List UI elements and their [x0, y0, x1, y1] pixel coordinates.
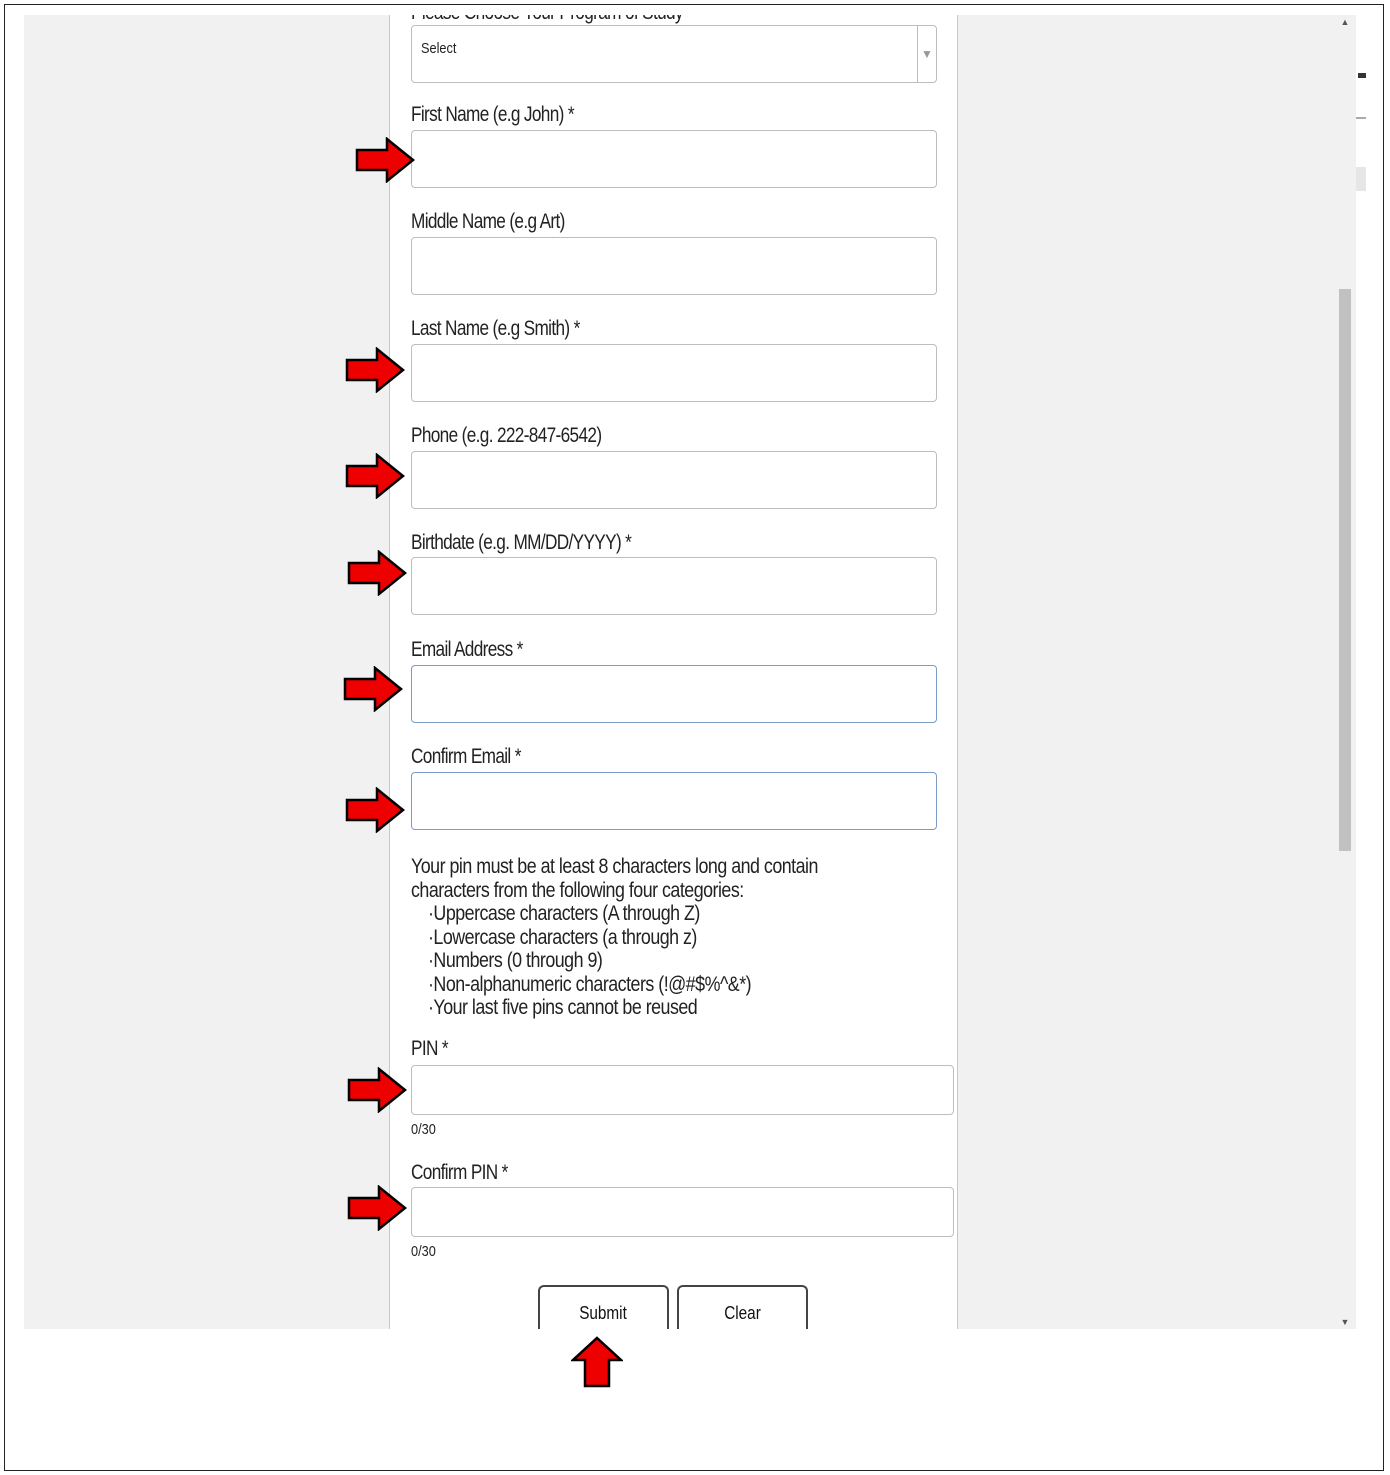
- scrollbar-thumb[interactable]: [1339, 289, 1351, 851]
- pin-rule: ·Lowercase characters (a through z): [428, 925, 697, 949]
- confirm-pin-input[interactable]: [411, 1187, 954, 1237]
- pin-rule: ·Your last five pins cannot be reused: [428, 996, 698, 1019]
- red-arrow-icon: [345, 787, 405, 833]
- submit-button-label: Submit: [579, 1303, 628, 1323]
- submit-button[interactable]: Submit: [538, 1285, 669, 1329]
- first-name-label: First Name (e.g John) *: [411, 103, 575, 126]
- pin-rule: ·Non-alphanumeric characters (!@#$%^&*): [428, 972, 752, 996]
- pin-requirements: Your pin must be at least 8 characters l…: [411, 855, 818, 1020]
- pin-help-line: characters from the following four categ…: [411, 878, 744, 902]
- email-input[interactable]: [411, 665, 937, 723]
- pin-input[interactable]: [411, 1065, 954, 1115]
- red-arrow-icon: [347, 1067, 407, 1113]
- phone-input[interactable]: [411, 451, 937, 509]
- confirm-pin-counter: 0/30: [411, 1243, 436, 1260]
- browser-viewport: Please Choose Your Program of Study Sele…: [24, 15, 1356, 1329]
- last-name-label: Last Name (e.g Smith) *: [411, 317, 580, 340]
- red-arrow-icon: [347, 1185, 407, 1231]
- pin-help-line: Your pin must be at least 8 characters l…: [411, 855, 818, 878]
- red-arrow-icon: [347, 550, 407, 596]
- red-arrow-icon: [343, 666, 403, 712]
- registration-form: Please Choose Your Program of Study Sele…: [389, 15, 958, 1329]
- last-name-input[interactable]: [411, 344, 937, 402]
- first-name-input[interactable]: [411, 130, 937, 188]
- phone-label: Phone (e.g. 222-847-6542): [411, 424, 602, 447]
- chevron-down-icon[interactable]: ▼: [917, 26, 936, 82]
- scroll-down-icon[interactable]: ▼: [1334, 1317, 1356, 1327]
- pin-rule: ·Uppercase characters (A through Z): [428, 902, 700, 925]
- middle-name-label: Middle Name (e.g Art): [411, 210, 565, 233]
- red-arrow-up-icon: [571, 1336, 623, 1388]
- program-select[interactable]: Select ▼: [411, 25, 937, 83]
- confirm-email-input[interactable]: [411, 772, 937, 830]
- birthdate-label: Birthdate (e.g. MM/DD/YYYY) *: [411, 531, 632, 554]
- background-window-edge: [1356, 73, 1366, 191]
- middle-name-input[interactable]: [411, 237, 937, 295]
- vertical-scrollbar[interactable]: ▲ ▼: [1334, 15, 1356, 1329]
- pin-label: PIN *: [411, 1037, 449, 1060]
- red-arrow-icon: [355, 137, 415, 183]
- red-arrow-icon: [345, 347, 405, 393]
- scroll-up-icon[interactable]: ▲: [1334, 17, 1356, 27]
- confirm-pin-label: Confirm PIN *: [411, 1161, 508, 1184]
- red-arrow-icon: [345, 453, 405, 499]
- clear-button-label: Clear: [724, 1303, 761, 1323]
- clear-button[interactable]: Clear: [677, 1285, 808, 1329]
- program-label: Please Choose Your Program of Study: [411, 15, 684, 25]
- confirm-email-label: Confirm Email *: [411, 745, 521, 768]
- birthdate-input[interactable]: [411, 557, 937, 615]
- pin-counter: 0/30: [411, 1121, 436, 1138]
- email-label: Email Address *: [411, 638, 523, 661]
- program-select-value: Select: [421, 40, 457, 57]
- pin-rule: ·Numbers (0 through 9): [428, 949, 603, 972]
